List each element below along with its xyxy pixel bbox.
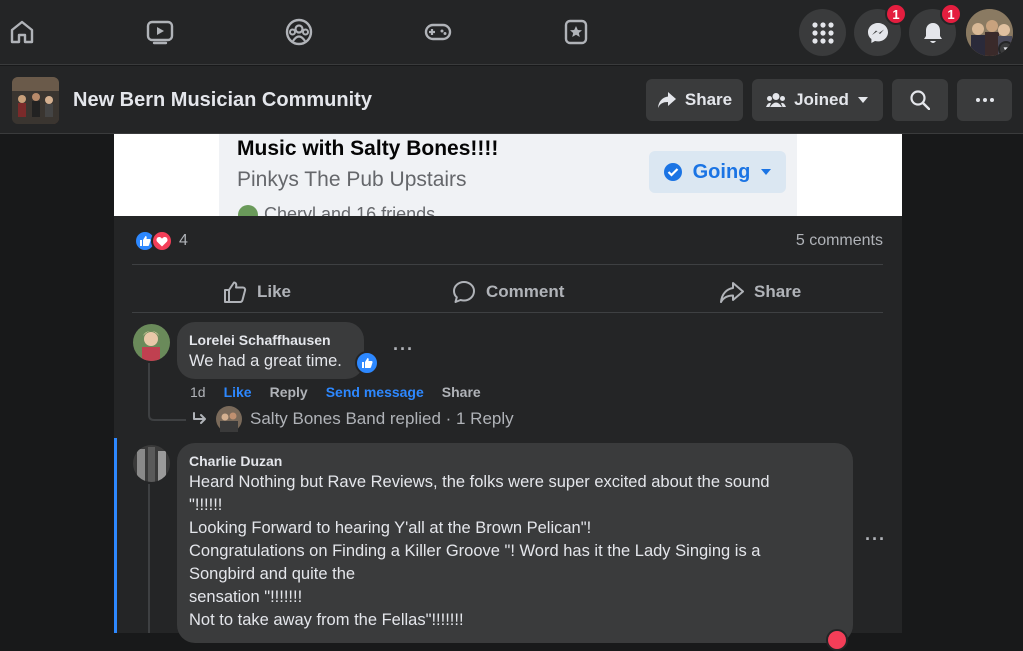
event-friends-label: Cheryl and 16 friends (264, 204, 436, 216)
home-icon[interactable] (4, 14, 40, 50)
divider (132, 312, 883, 313)
event-card[interactable]: Music with Salty Bones!!!! Pinkys The Pu… (219, 134, 797, 216)
commenter-photo (133, 324, 170, 361)
comment-meta: 1d Like Reply Send message Share (190, 384, 499, 400)
like-button[interactable]: Like (223, 274, 291, 310)
love-reaction-icon (151, 230, 173, 252)
share-icon (720, 282, 744, 303)
group-header: New Bern Musician Community Share Joined (0, 66, 1023, 134)
comment-author[interactable]: Charlie Duzan (189, 451, 841, 471)
check-circle-icon (663, 163, 682, 181)
comment-button[interactable]: Comment (452, 274, 564, 310)
reply-thread-line (148, 363, 186, 421)
messenger-button[interactable]: 1 (854, 3, 907, 56)
comment-label: Comment (486, 282, 565, 301)
search-group-button[interactable] (892, 79, 948, 121)
send-message-link[interactable]: Send message (326, 384, 424, 400)
divider (132, 264, 883, 265)
going-button[interactable]: Going (649, 151, 786, 193)
group-title[interactable]: New Bern Musician Community (73, 89, 372, 112)
comment-line: Songbird and quite the (189, 565, 356, 583)
search-icon (910, 90, 930, 110)
grid-menu-icon (811, 21, 834, 44)
more-dots-icon (975, 98, 994, 102)
commenter-avatar[interactable] (133, 445, 170, 482)
comment-author[interactable]: Lorelei Schaffhausen (189, 330, 352, 350)
post-card: Music with Salty Bones!!!! Pinkys The Pu… (114, 134, 902, 651)
comment-like-link[interactable]: Like (224, 384, 252, 400)
comment-options-icon[interactable]: ··· (393, 339, 414, 360)
share-arrow-icon (657, 92, 676, 108)
comment-line: Not to take away from the Fellas"!!!!!!! (189, 611, 464, 629)
comment-bubble-icon (453, 281, 475, 303)
comment-line: Heard Nothing but Rave Reviews, the folk… (189, 473, 770, 491)
caret-down-icon (857, 97, 868, 103)
favorites-icon[interactable] (558, 14, 594, 50)
notifications-badge: 1 (940, 3, 962, 25)
love-reaction-icon[interactable] (826, 629, 848, 651)
groups-icon[interactable] (281, 14, 317, 50)
comment-like-reaction-icon[interactable] (355, 351, 379, 375)
comment-line: Looking Forward to hearing Y'all at the … (189, 519, 592, 537)
event-preview[interactable]: Music with Salty Bones!!!! Pinkys The Pu… (114, 134, 902, 216)
view-replies-link[interactable]: Salty Bones Band replied · 1 Reply (192, 406, 514, 432)
commenter-avatar[interactable] (133, 324, 170, 361)
friend-avatar (238, 205, 258, 216)
replier-avatar (216, 406, 242, 432)
group-more-button[interactable] (957, 79, 1012, 121)
menu-button[interactable] (799, 9, 846, 56)
comment-line: Congratulations on Finding a Killer Groo… (189, 542, 761, 560)
notifications-button[interactable]: 1 (909, 3, 962, 56)
reactions-summary[interactable]: 4 (134, 230, 188, 252)
group-photo (12, 77, 59, 124)
replies-summary: Salty Bones Band replied · 1 Reply (250, 409, 514, 428)
like-label: Like (257, 282, 292, 301)
thumbs-up-icon (224, 281, 247, 303)
comment-bubble: Charlie Duzan Heard Nothing but Rave Rev… (177, 443, 853, 643)
group-cover-thumbnail[interactable] (12, 77, 59, 124)
comment-text: We had a great time. (189, 352, 342, 370)
reaction-count: 4 (179, 232, 188, 249)
going-label: Going (692, 160, 751, 183)
comment-line: "!!!!!! (189, 496, 223, 514)
share-group-button[interactable]: Share (646, 79, 743, 121)
messenger-badge: 1 (885, 3, 907, 25)
comment-line: sensation "!!!!!!! (189, 588, 303, 606)
share-button[interactable]: Share (720, 274, 801, 310)
members-icon (766, 93, 787, 107)
caret-down-icon (761, 169, 772, 175)
comment-reply-link[interactable]: Reply (270, 384, 308, 400)
highlight-bar (114, 438, 117, 633)
share-group-label: Share (684, 90, 733, 109)
comment-bubble: Lorelei Schaffhausen We had a great time… (177, 322, 364, 379)
gaming-icon[interactable] (420, 14, 456, 50)
commenter-photo (133, 445, 170, 482)
comment-time[interactable]: 1d (190, 384, 206, 400)
share-label: Share (754, 282, 802, 301)
watch-icon[interactable] (142, 14, 178, 50)
event-location: Pinkys The Pub Upstairs (237, 168, 467, 191)
joined-button[interactable]: Joined (752, 79, 883, 121)
event-title[interactable]: Music with Salty Bones!!!! (237, 137, 498, 161)
comment-share-link[interactable]: Share (442, 384, 481, 400)
top-navigation-bar: 1 1 ▼ (0, 0, 1023, 65)
reply-arrow-icon (193, 412, 206, 424)
thread-line (148, 484, 150, 633)
comments-count[interactable]: 5 comments (796, 232, 883, 250)
bell-icon (923, 22, 942, 43)
event-friends-going: Cheryl and 16 friends (237, 204, 435, 216)
comment-options-icon[interactable]: ··· (865, 529, 886, 550)
chevron-down-icon: ▼ (998, 41, 1013, 56)
account-avatar[interactable]: ▼ (966, 9, 1013, 56)
messenger-icon (867, 22, 888, 43)
joined-label: Joined (794, 90, 849, 109)
